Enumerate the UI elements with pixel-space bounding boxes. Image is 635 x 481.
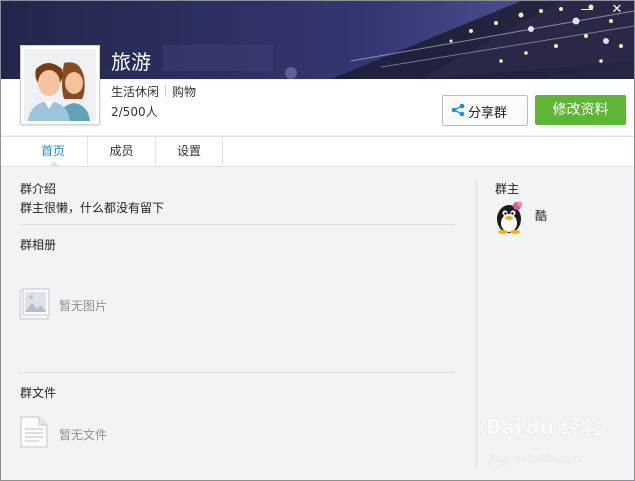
minimize-icon[interactable]: — bbox=[573, 1, 601, 21]
active-tab-indicator bbox=[49, 161, 59, 166]
file-icon bbox=[20, 416, 48, 448]
section-divider bbox=[19, 372, 455, 373]
tab-settings-label: 设置 bbox=[176, 144, 201, 158]
tab-home-label: 首页 bbox=[40, 144, 65, 158]
share-group-label: 分享群 bbox=[468, 106, 508, 121]
member-count: 2/500人 bbox=[111, 105, 158, 119]
tab-home[interactable]: 首页 bbox=[19, 137, 88, 166]
share-group-button[interactable]: 分享群 bbox=[442, 95, 528, 126]
edit-profile-button[interactable]: 修改资料 bbox=[535, 95, 626, 125]
baidu-jingyan-watermark: Bai du 经验 bbox=[486, 415, 602, 439]
files-empty-label: 暂无文件 bbox=[59, 428, 108, 442]
intro-title: 群介绍 bbox=[20, 182, 57, 196]
owner-name[interactable]: 酷 bbox=[535, 207, 547, 224]
tab-settings[interactable]: 设置 bbox=[156, 137, 223, 166]
image-icon bbox=[19, 288, 50, 320]
group-tag[interactable]: 生活休闲 bbox=[111, 85, 159, 99]
album-empty-label: 暂无图片 bbox=[59, 299, 108, 313]
couple-avatar-icon bbox=[24, 49, 96, 121]
close-icon[interactable]: ✕ bbox=[603, 1, 631, 21]
share-icon bbox=[451, 103, 465, 117]
tab-members[interactable]: 成员 bbox=[88, 137, 156, 166]
group-profile-window: — ✕ 旅游 生活休闲 购物 2/500人 分享群 修改资料 首页 成员 设置 … bbox=[0, 0, 635, 481]
panel-divider bbox=[476, 179, 477, 469]
tag-separator bbox=[165, 85, 167, 97]
section-divider bbox=[19, 224, 455, 225]
watermark-url: jingyan.baidu.com bbox=[489, 454, 582, 465]
penguin-avatar-icon[interactable] bbox=[493, 200, 527, 234]
group-name: 旅游 bbox=[111, 50, 151, 74]
intro-text: 群主很懒，什么都没有留下 bbox=[20, 201, 165, 215]
owner-title: 群主 bbox=[495, 182, 520, 196]
tab-bar: 首页 成员 设置 bbox=[1, 136, 634, 167]
group-avatar[interactable] bbox=[20, 45, 100, 125]
group-tag[interactable]: 购物 bbox=[172, 85, 196, 99]
group-tags: 生活休闲 购物 bbox=[111, 83, 196, 100]
tab-members-label: 成员 bbox=[109, 144, 134, 158]
files-title[interactable]: 群文件 bbox=[20, 384, 56, 401]
album-title[interactable]: 群相册 bbox=[20, 236, 56, 253]
